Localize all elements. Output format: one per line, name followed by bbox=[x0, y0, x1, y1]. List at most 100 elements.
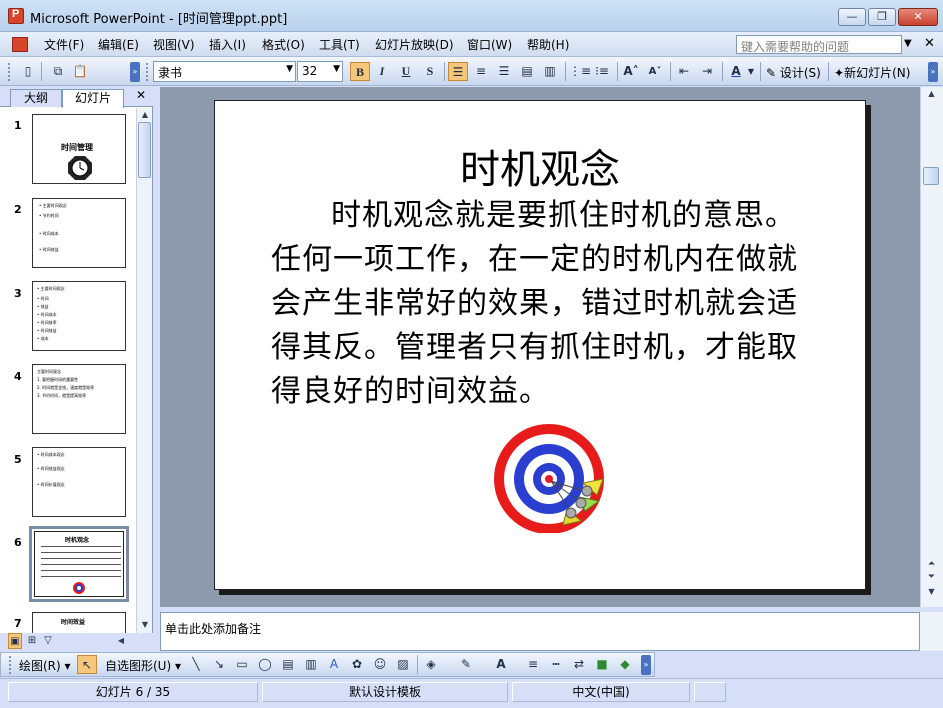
toolbar-grip[interactable] bbox=[146, 63, 149, 81]
document-icon[interactable] bbox=[12, 37, 28, 52]
scroll-down-icon[interactable]: ▼ bbox=[921, 587, 942, 596]
slide-thumbnail-7[interactable]: 时间效益 bbox=[32, 612, 126, 633]
decrease-font-icon[interactable]: A˅ bbox=[645, 62, 665, 81]
diagram-icon[interactable]: ✿ bbox=[347, 655, 367, 674]
notes-pane[interactable]: 单击此处添加备注 bbox=[160, 612, 920, 651]
menu-slideshow[interactable]: 幻灯片放映(D) bbox=[375, 36, 454, 53]
font-size-select[interactable]: 32 ▼ bbox=[297, 61, 343, 82]
slide-title[interactable]: 时机观念 bbox=[215, 137, 865, 195]
rectangle-icon[interactable]: ▭ bbox=[232, 655, 252, 674]
scroll-left-icon[interactable]: ◀ bbox=[116, 636, 126, 645]
previous-slide-icon[interactable]: ⏶ bbox=[921, 559, 942, 569]
slide-thumbnail-4[interactable]: 主要时间观念 1. 要把握时间的重要性 2. 时间就是金钱，速度就是效率 3. … bbox=[32, 364, 126, 434]
font-color-icon[interactable]: A bbox=[726, 62, 746, 81]
menu-insert[interactable]: 插入(I) bbox=[209, 36, 246, 53]
menu-file[interactable]: 文件(F) bbox=[44, 36, 84, 53]
menu-view[interactable]: 视图(V) bbox=[153, 36, 195, 53]
scrollbar-thumb[interactable] bbox=[923, 167, 939, 185]
increase-indent-icon[interactable]: ⇥ bbox=[697, 62, 717, 81]
menu-edit[interactable]: 编辑(E) bbox=[98, 36, 139, 53]
3d-style-icon[interactable]: ◆ bbox=[615, 655, 635, 674]
line-color-icon[interactable]: ✎ bbox=[456, 655, 476, 674]
line-icon[interactable]: ╲ bbox=[186, 655, 206, 674]
slide-thumbnail-3[interactable]: • 主要时间观念 • 时间 • 效益 • 时间成本 • 时间效率 • 时间效益 … bbox=[32, 281, 126, 351]
normal-view-icon[interactable]: ▣ bbox=[8, 633, 22, 649]
copy-icon[interactable]: ⧉ bbox=[48, 62, 68, 81]
clipart-icon[interactable]: ☺ bbox=[370, 655, 390, 674]
oval-icon[interactable]: ◯ bbox=[255, 655, 275, 674]
notes-scrollbar[interactable] bbox=[920, 612, 943, 651]
slide-body-text[interactable]: 时机观念就是要抓住时机的意思。任何一项工作，在一定的时机内在做就会产生非常好的效… bbox=[271, 194, 816, 414]
tab-slides[interactable]: 幻灯片 bbox=[62, 89, 124, 108]
dash-style-icon[interactable]: ┅ bbox=[546, 655, 566, 674]
slides-pane-scrollbar[interactable]: ▲ ▼ bbox=[136, 108, 152, 633]
chevron-down-icon[interactable]: ▼ bbox=[904, 38, 912, 49]
vertical-textbox-icon[interactable]: ▥ bbox=[301, 655, 321, 674]
shadow-button[interactable]: S bbox=[420, 62, 440, 81]
slide-thumbnail-1[interactable]: 时间管理 bbox=[32, 114, 126, 184]
line-style-icon[interactable]: ≡ bbox=[523, 655, 543, 674]
toolbar-separator bbox=[417, 655, 418, 674]
autoshapes-button[interactable]: 自选图形(U) ▾ bbox=[105, 657, 181, 674]
toolbar-options-icon[interactable]: » bbox=[928, 62, 938, 82]
dartboard-image[interactable] bbox=[493, 423, 605, 533]
minimize-button[interactable]: — bbox=[838, 8, 866, 26]
textbox-icon[interactable]: ▤ bbox=[278, 655, 298, 674]
chevron-down-icon[interactable]: ▼ bbox=[746, 62, 756, 81]
design-template[interactable]: 默认设计模板 bbox=[262, 682, 508, 702]
toolbar-grip[interactable] bbox=[8, 63, 11, 81]
menu-help[interactable]: 帮助(H) bbox=[527, 36, 569, 53]
next-slide-icon[interactable]: ⏷ bbox=[921, 572, 942, 582]
slide-scrollbar[interactable]: ▲ ⏶ ⏷ ▼ bbox=[920, 87, 943, 607]
scrollbar-thumb[interactable] bbox=[138, 122, 151, 178]
toolbar-options-icon[interactable]: » bbox=[130, 62, 140, 82]
current-slide[interactable]: 时机观念 时机观念就是要抓住时机的意思。任何一项工作，在一定的时机内在做就会产生… bbox=[214, 100, 866, 590]
bold-button[interactable]: B bbox=[350, 62, 370, 81]
close-button[interactable]: ✕ bbox=[898, 8, 938, 26]
align-right-icon[interactable]: ☰ bbox=[494, 62, 514, 81]
shadow-style-icon[interactable]: ■ bbox=[592, 655, 612, 674]
slide-thumbnail-6[interactable]: 时机观念 bbox=[29, 526, 129, 602]
maximize-button[interactable]: ❐ bbox=[868, 8, 896, 26]
new-document-icon[interactable]: ▯ bbox=[18, 62, 38, 81]
menu-window[interactable]: 窗口(W) bbox=[467, 36, 512, 53]
paste-icon[interactable]: 📋 bbox=[70, 62, 90, 81]
arrow-icon[interactable]: ↘ bbox=[209, 655, 229, 674]
increase-font-icon[interactable]: A˄ bbox=[621, 62, 641, 81]
close-pane-icon[interactable]: ✕ bbox=[136, 88, 146, 102]
slide-sorter-icon[interactable]: ⊞ bbox=[25, 633, 39, 649]
tab-outline[interactable]: 大纲 bbox=[10, 89, 62, 107]
arrow-style-icon[interactable]: ⇄ bbox=[569, 655, 589, 674]
scroll-up-icon[interactable]: ▲ bbox=[137, 110, 153, 119]
draw-menu-button[interactable]: 绘图(R) ▾ bbox=[19, 657, 71, 674]
new-slide-button[interactable]: ✦新幻灯片(N) bbox=[834, 64, 910, 81]
slideshow-view-icon[interactable]: ▽ bbox=[41, 633, 55, 649]
toolbar-grip[interactable] bbox=[9, 656, 12, 674]
wordart-icon[interactable]: A bbox=[324, 655, 344, 674]
italic-button[interactable]: I bbox=[372, 62, 392, 81]
fill-color-icon[interactable]: ◈ bbox=[421, 655, 441, 674]
decrease-indent-icon[interactable]: ⇤ bbox=[674, 62, 694, 81]
bullet-list-icon[interactable]: ⁝≡ bbox=[592, 62, 612, 81]
slide-thumbnail-5[interactable]: • 时间成本观念 • 时间效益观念 • 时间价值观念 bbox=[32, 447, 126, 517]
scroll-down-icon[interactable]: ▼ bbox=[137, 620, 153, 629]
slide-thumbnail-2[interactable]: • 主要时间观念 • 节约时间 • 时间成本 • 时间效益 bbox=[32, 198, 126, 268]
menu-format[interactable]: 格式(O) bbox=[262, 36, 305, 53]
design-button[interactable]: ✎ 设计(S) bbox=[766, 64, 821, 81]
justify-icon[interactable]: ▤ bbox=[517, 62, 537, 81]
toolbar-separator bbox=[670, 62, 671, 81]
underline-button[interactable]: U bbox=[396, 62, 416, 81]
font-name-select[interactable]: 隶书 ▼ bbox=[153, 61, 296, 82]
align-center-icon[interactable]: ≡ bbox=[471, 62, 491, 81]
picture-icon[interactable]: ▨ bbox=[393, 655, 413, 674]
font-color-icon[interactable]: A bbox=[491, 655, 511, 674]
select-pointer-icon[interactable]: ↖ bbox=[77, 655, 97, 674]
numbered-list-icon[interactable]: ⋮≡ bbox=[569, 62, 591, 81]
close-document-icon[interactable]: ✕ bbox=[924, 36, 935, 51]
menu-tools[interactable]: 工具(T) bbox=[319, 36, 360, 53]
column-icon[interactable]: ▥ bbox=[540, 62, 560, 81]
help-search-input[interactable]: 键入需要帮助的问题 bbox=[736, 35, 902, 54]
scroll-up-icon[interactable]: ▲ bbox=[921, 89, 942, 98]
align-left-icon[interactable]: ☰ bbox=[448, 62, 468, 81]
toolbar-options-icon[interactable]: » bbox=[641, 655, 651, 675]
